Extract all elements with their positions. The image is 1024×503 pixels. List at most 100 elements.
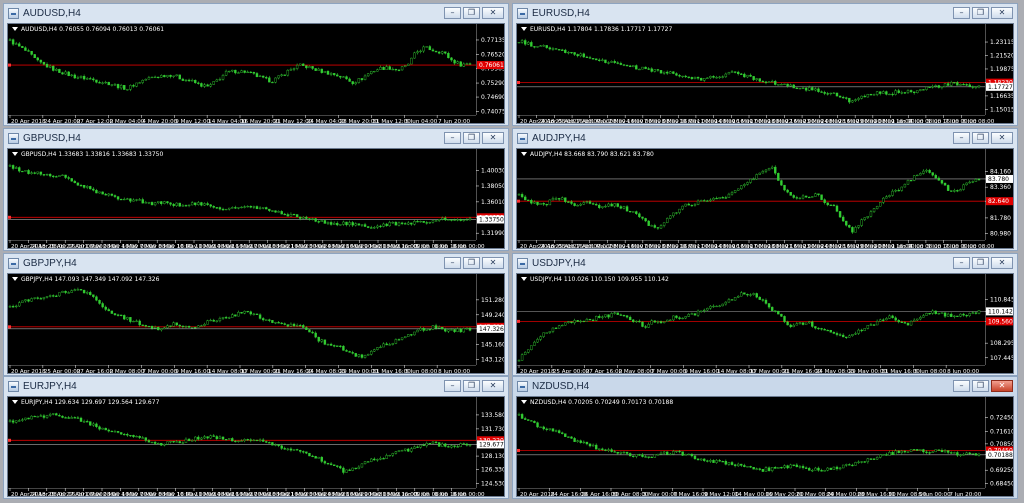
candle-body <box>277 322 280 324</box>
window-titlebar[interactable]: EURJPY,H4 – ❐ ✕ <box>4 377 508 396</box>
minimize-button[interactable]: – <box>953 132 970 144</box>
restore-button[interactable]: ❐ <box>972 7 989 19</box>
close-button[interactable]: ✕ <box>482 380 504 392</box>
level-handle[interactable] <box>517 199 520 203</box>
close-button[interactable]: ✕ <box>482 257 504 269</box>
minimize-button[interactable]: – <box>444 7 461 19</box>
time-label: 24 Apr 20:00 <box>44 119 81 124</box>
window-titlebar[interactable]: EURUSD,H4 – ❐ ✕ <box>513 4 1017 23</box>
candle-body <box>523 196 527 201</box>
level-handle[interactable] <box>517 80 520 84</box>
chart-window-eurusd[interactable]: EURUSD,H4–❐✕1.231151.215201.198751.18230… <box>512 3 1018 126</box>
candle-body <box>755 468 758 470</box>
triangle-down-icon[interactable] <box>12 27 18 31</box>
minimize-button[interactable]: – <box>953 380 970 392</box>
candle-body <box>314 68 317 71</box>
close-button[interactable]: ✕ <box>991 7 1013 19</box>
minimize-button[interactable]: – <box>953 257 970 269</box>
candle-body <box>656 321 660 323</box>
restore-button[interactable]: ❐ <box>463 132 480 144</box>
candle-body <box>875 91 879 95</box>
chart-window-nzdusd[interactable]: NZDUSD,H4–❐✕0.724500.716100.708500.70188… <box>512 376 1018 499</box>
window-titlebar[interactable]: GBPUSD,H4 – ❐ ✕ <box>4 129 508 148</box>
candle-body <box>622 206 626 209</box>
level-handle[interactable] <box>517 448 520 452</box>
level-handle[interactable] <box>517 319 520 323</box>
candle-body <box>447 329 450 332</box>
candle-body <box>178 74 181 80</box>
minimize-button[interactable]: – <box>444 380 461 392</box>
restore-button[interactable]: ❐ <box>463 7 480 19</box>
candle-body <box>382 458 385 460</box>
candle-body <box>959 454 962 456</box>
level-handle[interactable] <box>8 215 11 219</box>
minimize-button[interactable]: – <box>444 257 461 269</box>
candle-body <box>24 47 27 51</box>
chart-canvas: 1.400301.380501.360101.340301.319901.340… <box>8 149 504 248</box>
candle-body <box>255 313 259 315</box>
restore-button[interactable]: ❐ <box>463 380 480 392</box>
close-button[interactable]: ✕ <box>482 7 504 19</box>
candle-body <box>764 81 768 83</box>
minimize-button[interactable]: – <box>953 7 970 19</box>
chart-window-eurjpy[interactable]: EURJPY,H4 –❐✕ 133.580 131.730 129.677 128.130… <box>3 376 509 499</box>
chart-window-gbpjpy[interactable]: GBPJPY,H4 –❐✕ 151.280 149.240 147.326 145.160… <box>3 253 509 376</box>
candle-body <box>582 53 586 58</box>
restore-button[interactable]: ❐ <box>972 380 989 392</box>
minimize-button[interactable]: – <box>444 132 461 144</box>
candle-body <box>351 81 354 85</box>
chart-window-gbpusd[interactable]: GBPUSD,H4–❐✕1.400301.380501.360101.34030… <box>3 128 509 251</box>
window-titlebar[interactable]: NZDUSD,H4 – ❐ ✕ <box>513 377 1017 396</box>
price-label: 107.445 <box>990 355 1014 362</box>
candle-body <box>24 299 27 302</box>
price-chart[interactable]: 110.845110.142109.560108.295107.445110.1… <box>516 273 1014 374</box>
candle-body <box>733 464 737 467</box>
chart-window-audusd[interactable]: AUDUSD,H4– ❐ ✕ 0.77135 0.76520 0.75905 0.75290… <box>3 3 509 126</box>
triangle-down-icon[interactable] <box>12 152 18 156</box>
window-titlebar[interactable]: AUDJPY,H4 – ❐ ✕ <box>513 129 1017 148</box>
candle-body <box>557 430 561 433</box>
triangle-down-icon[interactable] <box>521 152 527 156</box>
candle-body <box>234 440 237 443</box>
close-button[interactable]: ✕ <box>991 132 1013 144</box>
candle-body <box>261 439 265 442</box>
close-button[interactable]: ✕ <box>991 257 1013 269</box>
close-button[interactable]: ✕ <box>991 380 1013 392</box>
triangle-down-icon[interactable] <box>12 400 18 404</box>
level-handle[interactable] <box>8 325 11 329</box>
level-handle[interactable] <box>8 63 11 67</box>
triangle-down-icon[interactable] <box>521 277 527 281</box>
candle-body <box>376 347 379 350</box>
candle-body <box>897 450 900 453</box>
triangle-down-icon[interactable] <box>521 27 527 31</box>
candle-body <box>573 438 576 442</box>
window-titlebar[interactable]: AUDUSD,H4 – ❐ ✕ <box>4 4 508 23</box>
price-chart[interactable]: 0.77135 0.76520 0.75905 0.75290 0.74690 0.740… <box>7 23 505 124</box>
window-titlebar[interactable]: USDJPY,H4 – ❐ ✕ <box>513 254 1017 273</box>
price-chart[interactable]: 0.724500.716100.708500.701880.692500.684… <box>516 396 1014 497</box>
level-handle[interactable] <box>8 438 11 442</box>
restore-button[interactable]: ❐ <box>463 257 480 269</box>
price-chart[interactable]: 151.280149.240147.326145.160143.120147.6… <box>7 273 505 374</box>
candle-body <box>891 452 894 455</box>
candle-body <box>277 75 280 79</box>
candle-body <box>403 65 407 67</box>
triangle-down-icon[interactable] <box>521 400 527 404</box>
candle-body <box>55 413 58 416</box>
triangle-down-icon[interactable] <box>12 277 18 281</box>
restore-button[interactable]: ❐ <box>972 132 989 144</box>
restore-button[interactable]: ❐ <box>972 257 989 269</box>
close-button[interactable]: ✕ <box>482 132 504 144</box>
price-chart[interactable]: 84.16083.78083.36082.64081.78080.98083.7… <box>516 148 1014 249</box>
price-chart[interactable]: 133.580 131.730 129.677 128.130 126.330 124.5… <box>7 396 505 497</box>
candle-body <box>379 458 382 460</box>
candle-body <box>659 321 663 324</box>
candle-body <box>160 328 163 331</box>
chart-window-audjpy[interactable]: AUDJPY,H4 –❐✕ 84.16083.78083.360 82.640 81.7… <box>512 128 1018 251</box>
candle-body <box>465 63 469 65</box>
price-chart[interactable]: 1.400301.380501.360101.340301.319901.340… <box>7 148 505 249</box>
chart-window-usdjpy[interactable]: USDJPY,H4 –❐✕ 110.845 110.142 109.560 108.295… <box>512 253 1018 376</box>
time-label: 7 May 00:00 <box>651 369 686 374</box>
window-titlebar[interactable]: GBPJPY,H4 – ❐ ✕ <box>4 254 508 273</box>
price-chart[interactable]: 1.231151.215201.198751.182301.166351.150… <box>516 23 1014 124</box>
